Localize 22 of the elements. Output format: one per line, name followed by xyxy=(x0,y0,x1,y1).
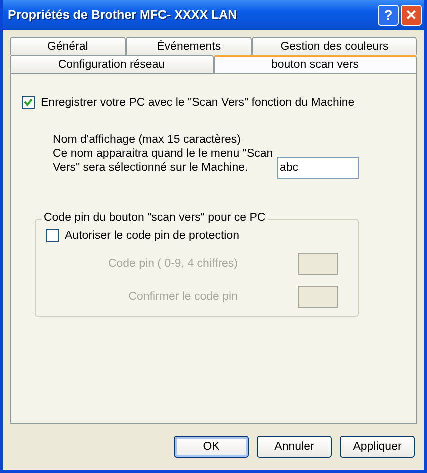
input-field[interactable] xyxy=(298,286,338,308)
tab[interactable]: Configuration réseau xyxy=(10,55,214,73)
tab[interactable]: Général xyxy=(10,37,126,55)
checkbox[interactable] xyxy=(46,229,59,242)
field-label: Confirmer le code pin xyxy=(128,291,238,303)
window-title: Propriétés de Brother MFC- XXXX LAN xyxy=(8,8,238,22)
tab[interactable]: Événements xyxy=(126,37,252,55)
checkbox[interactable] xyxy=(22,96,35,109)
field-label: Code pin ( 0-9, 4 chiffres) xyxy=(108,258,238,270)
description-text: Nom d'affichage (max 15 caractères) Ce nom apparaitra quand le le menu "Scan Vers" sera sélectionné sur le Machine. xyxy=(53,133,274,175)
checkbox-label: Enregistrer votre PC avec le "Scan Vers" fonction du Machine xyxy=(41,96,355,108)
dialog-button[interactable]: Annuler xyxy=(257,436,332,458)
dialog-button[interactable]: Appliquer xyxy=(340,436,415,458)
dialog-button[interactable]: OK xyxy=(174,436,249,458)
close-button[interactable]: ✕ xyxy=(401,4,422,26)
input-field[interactable] xyxy=(298,253,338,275)
tab[interactable]: Gestion des couleurs xyxy=(252,37,417,55)
checkbox-label: Autoriser le code pin de protection xyxy=(65,230,240,242)
help-button[interactable]: ? xyxy=(378,4,399,26)
input-field[interactable]: abc xyxy=(277,157,359,179)
tab[interactable]: bouton scan vers xyxy=(214,55,417,73)
group-title: Code pin du bouton "scan vers" pour ce PC xyxy=(42,212,268,224)
